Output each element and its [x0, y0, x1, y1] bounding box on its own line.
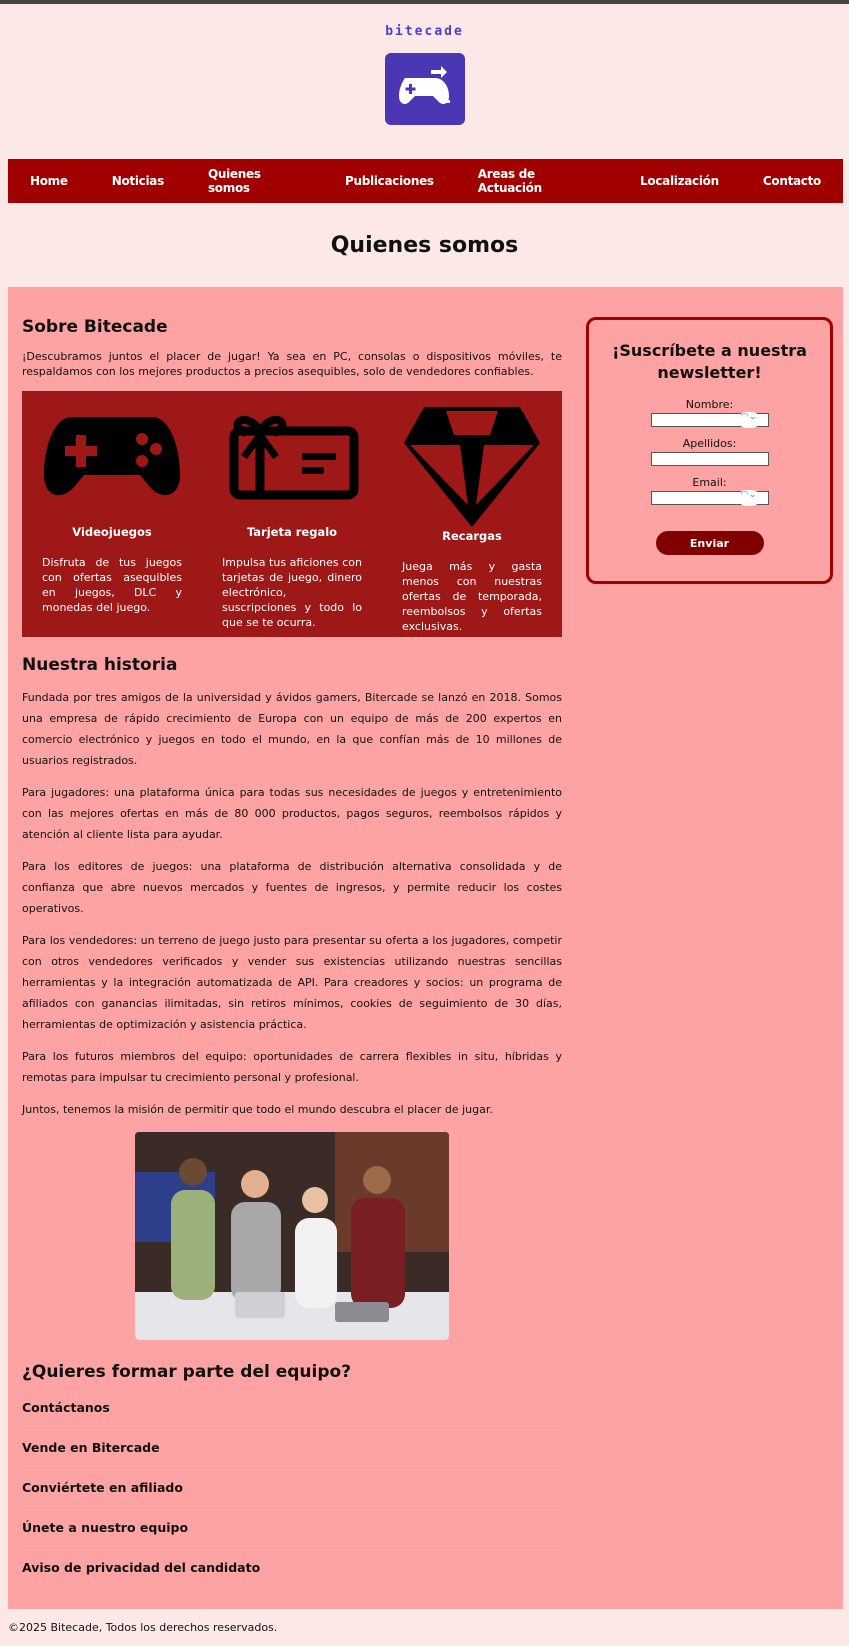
feature-tarjeta-regalo: Tarjeta regalo Impulsa tus aficiones con…: [222, 405, 362, 629]
name-field[interactable]: ◠⌄: [650, 412, 769, 428]
history-paragraph: Juntos, tenemos la misión de permitir qu…: [22, 1103, 493, 1116]
newsletter-title: ¡Suscríbete a nuestra newsletter!: [612, 341, 807, 382]
history-paragraph: Para los editores de juegos: una platafo…: [22, 860, 562, 915]
join-item-privacidad[interactable]: Aviso de privacidad del candidato: [22, 1550, 562, 1589]
main-content: Sobre Bitecade ¡Descubramos juntos el pl…: [8, 287, 843, 1609]
surname-field[interactable]: [650, 452, 769, 466]
feature-desc: Juega más y gasta menos con nuestras ofe…: [402, 560, 542, 633]
diamond-icon: [404, 407, 540, 527]
feature-title: Videojuegos: [72, 525, 152, 539]
feature-title: Recargas: [442, 529, 502, 543]
nav-quienes-somos[interactable]: Quienes somos: [186, 167, 323, 195]
history-paragraph: Fundada por tres amigos de la universida…: [22, 691, 562, 767]
nav-localizacion[interactable]: Localización: [618, 174, 741, 188]
submit-button[interactable]: Enviar: [655, 531, 764, 555]
feature-videojuegos: Videojuegos Disfruta de tus juegos con o…: [42, 405, 182, 623]
history-paragraph: Para jugadores: una plataforma única par…: [22, 786, 562, 841]
brand-name[interactable]: bitecade: [0, 24, 849, 39]
team-photo: [135, 1132, 449, 1340]
gift-card-icon: [229, 415, 359, 500]
left-column: Sobre Bitecade ¡Descubramos juntos el pl…: [22, 317, 562, 1589]
feature-desc: Disfruta de tus juegos con ofertas asequ…: [42, 556, 182, 614]
feature-desc: Impulsa tus aficiones con tarjetas de ju…: [222, 556, 362, 629]
join-section: ¿Quieres formar parte del equipo? Contác…: [22, 1362, 562, 1589]
page-title: Quienes somos: [330, 233, 519, 258]
email-field[interactable]: ◠⌄: [650, 490, 769, 506]
sidebar: ¡Suscríbete a nuestra newsletter! Nombre…: [586, 317, 833, 1589]
features-panel: Videojuegos Disfruta de tus juegos con o…: [22, 391, 562, 637]
history-paragraph: Para los futuros miembros del equipo: op…: [22, 1050, 562, 1084]
autofill-icon[interactable]: ◠⌄: [737, 412, 760, 428]
gamepad-icon: [44, 417, 180, 496]
join-item-contactanos[interactable]: Contáctanos: [22, 1390, 562, 1430]
join-item-equipo[interactable]: Únete a nuestro equipo: [22, 1510, 562, 1550]
footer: ©2025 Bitecade, Todos los derechos reser…: [8, 1621, 278, 1634]
about-intro: ¡Descubramos juntos el placer de jugar! …: [22, 350, 562, 378]
about-title: Sobre Bitecade: [22, 317, 168, 337]
feature-title: Tarjeta regalo: [246, 525, 338, 539]
surname-label: Apellidos:: [682, 437, 737, 450]
nav-areas-de-actuacion[interactable]: Areas de Actuación: [456, 167, 618, 195]
gamepad-logo-icon[interactable]: [384, 53, 465, 125]
join-item-afiliado[interactable]: Conviértete en afiliado: [22, 1470, 562, 1510]
nav-publicaciones[interactable]: Publicaciones: [323, 174, 456, 188]
main-nav: Home Noticias Quienes somos Publicacione…: [8, 159, 843, 203]
name-label: Nombre:: [685, 398, 734, 411]
site-header: bitecade Home Noticias Quienes somos Pub…: [0, 4, 849, 203]
newsletter-form: ¡Suscríbete a nuestra newsletter! Nombre…: [586, 317, 833, 584]
nav-home[interactable]: Home: [8, 174, 90, 188]
autofill-icon[interactable]: ◠⌄: [737, 490, 760, 506]
brand: bitecade: [0, 4, 849, 125]
nav-noticias[interactable]: Noticias: [90, 174, 186, 188]
history-paragraph: Para los vendedores: un terreno de juego…: [22, 934, 562, 1031]
join-title: ¿Quieres formar parte del equipo?: [22, 1362, 352, 1382]
join-item-vende[interactable]: Vende en Bitercade: [22, 1430, 562, 1470]
email-label: Email:: [692, 476, 727, 489]
history-section: Nuestra historia Fundada por tres amigos…: [22, 655, 562, 1120]
history-title: Nuestra historia: [22, 655, 178, 675]
nav-contacto[interactable]: Contacto: [741, 174, 843, 188]
feature-recargas: Recargas Juega más y gasta menos con nue…: [402, 405, 542, 633]
